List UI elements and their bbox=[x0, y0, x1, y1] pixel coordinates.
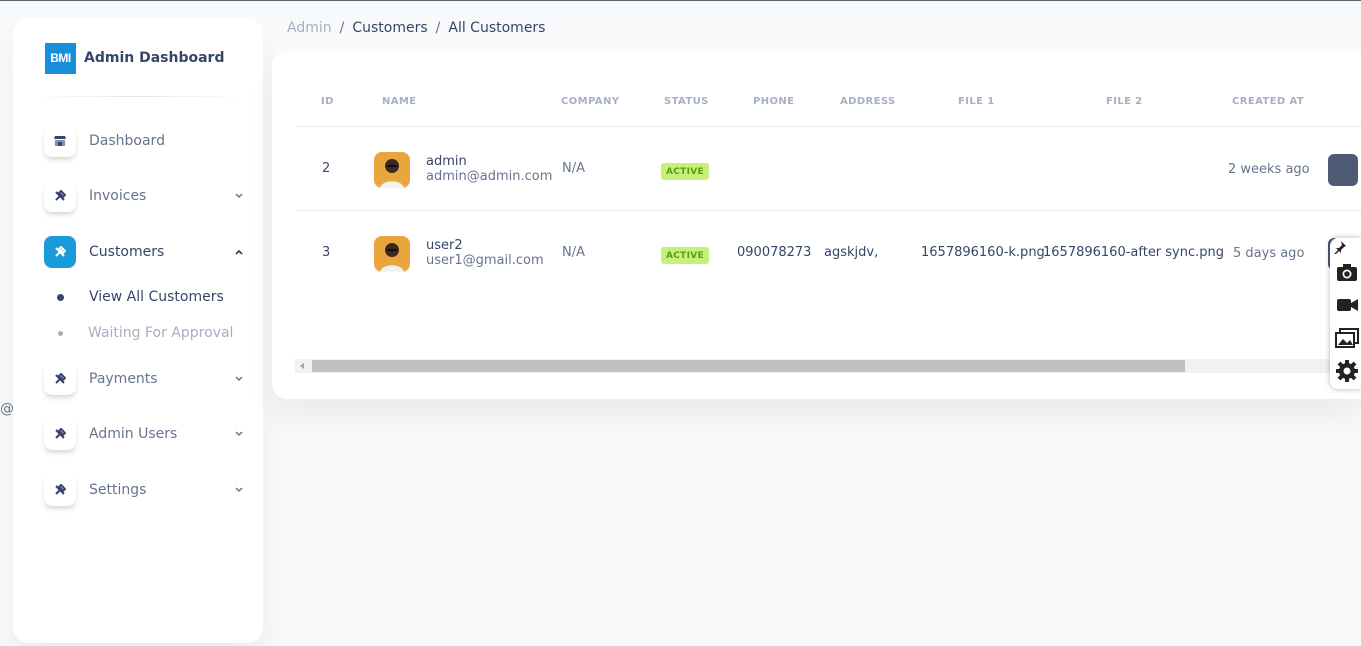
header-divider bbox=[296, 126, 1361, 127]
breadcrumb: Admin / Customers / All Customers bbox=[287, 20, 545, 36]
gallery-icon[interactable] bbox=[1334, 325, 1360, 351]
cell-id: 3 bbox=[322, 245, 331, 260]
bullet-icon bbox=[57, 293, 64, 301]
horizontal-scrollbar[interactable] bbox=[295, 359, 1361, 373]
sidebar-item-label: Invoices bbox=[89, 188, 147, 204]
sidebar-subitem-waiting-for-approval[interactable]: Waiting For Approval bbox=[57, 323, 233, 343]
sidebar-item-label: Payments bbox=[89, 371, 158, 387]
cell-company: N/A bbox=[562, 245, 585, 260]
sidebar-item-label: Customers bbox=[89, 244, 165, 260]
column-header-phone: PHONE bbox=[753, 96, 795, 107]
sidebar-item-invoices[interactable]: Invoices bbox=[44, 179, 244, 213]
brand-logo: BMI bbox=[45, 42, 76, 74]
column-header-status: STATUS bbox=[664, 96, 709, 107]
sidebar-item-settings[interactable]: Settings bbox=[44, 473, 244, 507]
chevron-down-icon bbox=[235, 193, 243, 199]
shop-icon bbox=[44, 125, 76, 157]
customers-table-card: ID NAME COMPANY STATUS PHONE ADDRESS FIL… bbox=[272, 51, 1361, 399]
tools-icon bbox=[44, 236, 76, 268]
cell-email: user1@gmail.com bbox=[426, 253, 544, 268]
breadcrumb-parent[interactable]: Customers bbox=[352, 20, 427, 36]
scrollbar-thumb[interactable] bbox=[312, 360, 1185, 372]
floating-toolbar bbox=[1330, 238, 1361, 389]
tools-icon bbox=[44, 180, 76, 212]
avatar bbox=[374, 152, 410, 188]
scroll-left-arrow-icon[interactable] bbox=[300, 363, 304, 369]
stray-text: @ bbox=[0, 401, 14, 417]
cell-id: 2 bbox=[322, 161, 331, 176]
avatar bbox=[374, 236, 410, 272]
sidebar-item-payments[interactable]: Payments bbox=[44, 362, 244, 396]
cell-company: N/A bbox=[562, 161, 585, 176]
breadcrumb-separator: / bbox=[339, 20, 345, 36]
cell-phone: 090078273 bbox=[737, 245, 812, 260]
cell-name: user2 bbox=[426, 238, 463, 253]
chevron-up-icon bbox=[235, 249, 243, 255]
breadcrumb-root[interactable]: Admin bbox=[287, 20, 332, 36]
column-header-company: COMPANY bbox=[561, 96, 620, 107]
tools-icon bbox=[44, 418, 76, 450]
brand[interactable]: BMI Admin Dashboard bbox=[45, 42, 224, 74]
cell-name: admin bbox=[426, 154, 467, 169]
column-header-file-1: FILE 1 bbox=[958, 96, 995, 107]
cell-file-2[interactable]: 1657896160-after sync.png bbox=[1043, 245, 1224, 260]
chevron-down-icon bbox=[235, 376, 243, 382]
bullet-icon bbox=[58, 330, 63, 336]
breadcrumb-current: All Customers bbox=[448, 20, 546, 36]
chevron-down-icon bbox=[235, 487, 243, 493]
sidebar: BMI Admin Dashboard Dashboard Invoices C… bbox=[13, 18, 263, 643]
sidebar-item-label: Dashboard bbox=[89, 133, 165, 149]
settings-gear-icon[interactable] bbox=[1334, 358, 1360, 384]
row-divider bbox=[296, 210, 1361, 211]
status-badge: ACTIVE bbox=[661, 163, 709, 180]
row-action-button[interactable] bbox=[1328, 154, 1358, 186]
sidebar-divider bbox=[29, 96, 247, 97]
status-badge: ACTIVE bbox=[661, 247, 709, 264]
sidebar-subitem-label: Waiting For Approval bbox=[88, 325, 234, 341]
sidebar-subitem-view-all-customers[interactable]: View All Customers bbox=[57, 287, 224, 307]
brand-name: Admin Dashboard bbox=[84, 50, 225, 66]
breadcrumb-separator: / bbox=[435, 20, 441, 36]
chevron-down-icon bbox=[235, 431, 243, 437]
sidebar-item-admin-users[interactable]: Admin Users bbox=[44, 417, 244, 451]
video-icon[interactable] bbox=[1334, 292, 1360, 318]
column-header-name: NAME bbox=[382, 96, 417, 107]
sidebar-item-label: Settings bbox=[89, 482, 147, 498]
camera-icon[interactable] bbox=[1334, 260, 1360, 286]
pin-icon[interactable] bbox=[1333, 240, 1347, 254]
cell-file-1[interactable]: 1657896160-k.png bbox=[921, 245, 1045, 260]
sidebar-item-dashboard[interactable]: Dashboard bbox=[44, 124, 244, 158]
column-header-id: ID bbox=[321, 96, 334, 107]
column-header-created-at: CREATED AT bbox=[1232, 96, 1305, 107]
cell-email: admin@admin.com bbox=[426, 169, 553, 184]
column-header-file-2: FILE 2 bbox=[1106, 96, 1143, 107]
sidebar-subitem-label: View All Customers bbox=[89, 289, 224, 305]
column-header-address: ADDRESS bbox=[840, 96, 896, 107]
sidebar-item-customers[interactable]: Customers bbox=[44, 235, 244, 269]
cell-created-at: 5 days ago bbox=[1233, 246, 1305, 261]
sidebar-item-label: Admin Users bbox=[89, 426, 178, 442]
cell-address: agskjdv, bbox=[824, 245, 879, 260]
tools-icon bbox=[44, 363, 76, 395]
cell-created-at: 2 weeks ago bbox=[1228, 162, 1310, 177]
tools-icon bbox=[44, 474, 76, 506]
